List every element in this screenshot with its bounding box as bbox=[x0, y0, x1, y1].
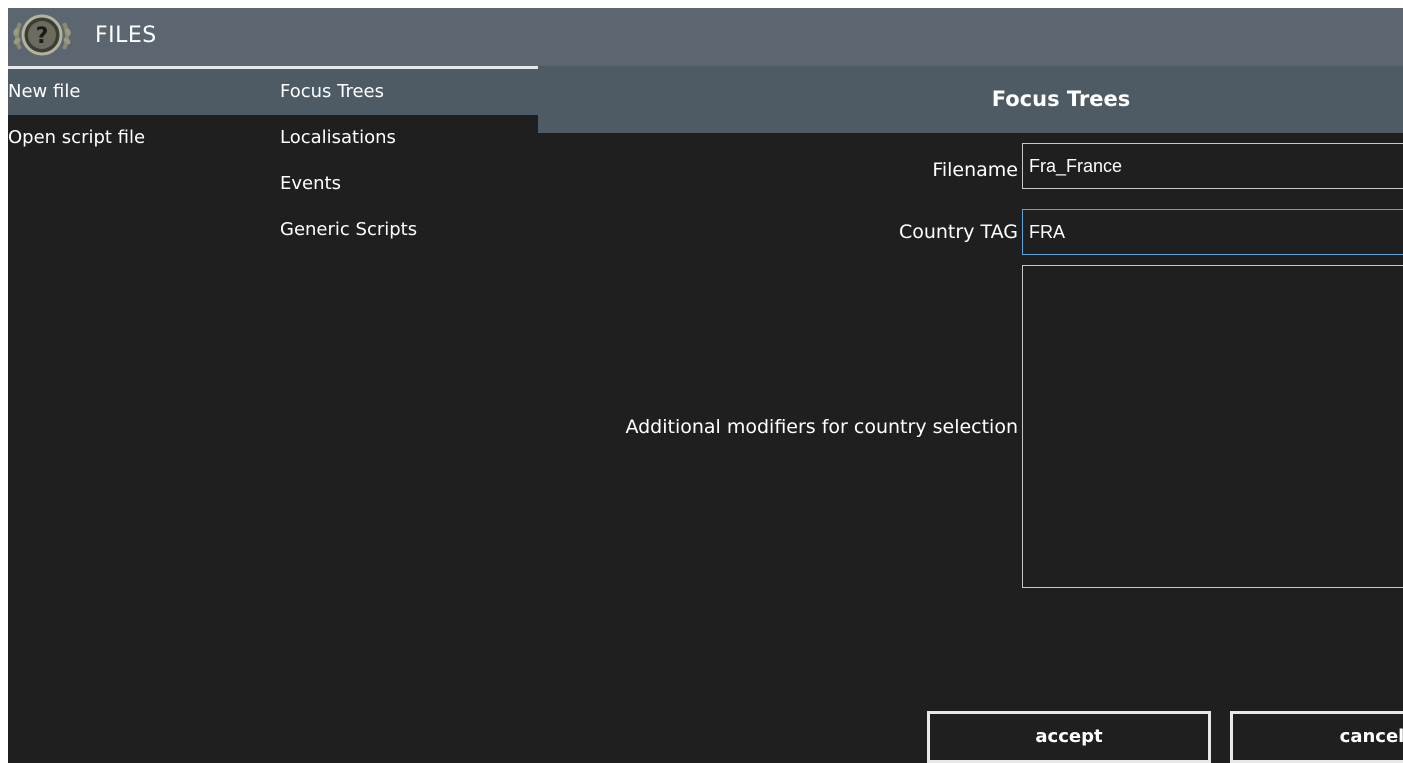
accept-button[interactable]: accept bbox=[927, 711, 1211, 763]
country-tag-input[interactable] bbox=[1022, 209, 1403, 255]
new-file-form: Focus Trees Filename Country TAG Additio… bbox=[538, 66, 1403, 763]
question-mark-laurel-icon[interactable]: ? bbox=[10, 11, 74, 61]
filename-input[interactable] bbox=[1022, 143, 1403, 189]
menu-item-localisations[interactable]: Localisations bbox=[270, 115, 538, 161]
filename-label: Filename bbox=[932, 159, 1018, 181]
panel-title: Focus Trees bbox=[991, 87, 1131, 111]
cancel-button[interactable]: cancel bbox=[1230, 711, 1403, 763]
menu-item-generic-scripts[interactable]: Generic Scripts bbox=[270, 207, 538, 253]
menu-item-focus-trees[interactable]: Focus Trees bbox=[270, 69, 538, 115]
modifiers-label: Additional modifiers for country selecti… bbox=[625, 416, 1018, 438]
menu-item-open-script-file[interactable]: Open script file bbox=[8, 115, 270, 161]
file-menu-panel: New file Open script file Focus Trees Lo… bbox=[8, 66, 538, 763]
title-bar: ? FILES bbox=[8, 8, 1403, 66]
app-window: ? FILES New file Open script file Focus … bbox=[8, 8, 1403, 763]
window-title: FILES bbox=[95, 23, 157, 48]
menu-item-events[interactable]: Events bbox=[270, 161, 538, 207]
menu-item-new-file[interactable]: New file bbox=[8, 69, 270, 115]
country-tag-label: Country TAG bbox=[898, 221, 1018, 243]
modifiers-textarea[interactable] bbox=[1022, 265, 1403, 588]
svg-text:?: ? bbox=[36, 24, 49, 49]
panel-header: Focus Trees bbox=[538, 66, 1403, 133]
